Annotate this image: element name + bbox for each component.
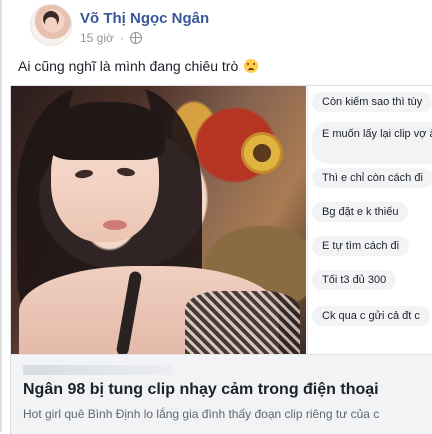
link-preview-footer[interactable]: Ngân 98 bị tung clip nhạy cảm trong điện…	[11, 354, 432, 434]
message-bubble: Ck qua c gửi cả đt c	[312, 306, 430, 326]
link-headline[interactable]: Ngân 98 bị tung clip nhạy cảm trong điện…	[23, 381, 379, 399]
facebook-post: Võ Thị Ngọc Ngân 15 giờ · Ai cũng nghĩ l…	[0, 0, 432, 434]
hair-bangs	[49, 102, 165, 160]
sunflower-decoration	[241, 132, 283, 174]
message-bubble: Thì e chỉ còn cách đi	[312, 168, 432, 188]
post-caption: Ai cũng nghĩ là mình đang chiêu trò	[18, 58, 259, 74]
post-time[interactable]: 15 giờ	[80, 31, 114, 45]
post-header: Võ Thị Ngọc Ngân 15 giờ ·	[0, 0, 432, 56]
meta-separator: ·	[119, 31, 124, 45]
link-preview-card[interactable]: Còn kiếm sao thì tùy E muốn lấy lại clip…	[10, 85, 432, 434]
message-screenshot: Còn kiếm sao thì tùy E muốn lấy lại clip…	[307, 86, 432, 354]
post-meta: 15 giờ ·	[80, 31, 142, 45]
shared-image[interactable]	[11, 86, 306, 354]
sad-face-icon	[244, 59, 259, 73]
message-bubble: E tự tìm cách đi	[312, 236, 410, 256]
lips	[103, 220, 127, 230]
message-bubble: Bg đặt e k thiếu	[312, 202, 409, 222]
author-name[interactable]: Võ Thị Ngọc Ngân	[80, 10, 209, 27]
message-bubble: E muốn lấy lại clip vợ ảnh	[312, 122, 432, 164]
lace-garment	[185, 291, 300, 354]
caption-text: Ai cũng nghĩ là mình đang chiêu trò	[18, 58, 239, 74]
link-description: Hot girl quê Bình Định lo lắng gia đình …	[23, 407, 380, 421]
message-bubble: Còn kiếm sao thì tùy	[312, 92, 432, 112]
avatar[interactable]	[30, 4, 72, 46]
message-bubble: Tối t3 đủ 300	[312, 270, 397, 290]
blurred-domain-text	[23, 365, 173, 375]
globe-icon	[129, 32, 142, 44]
